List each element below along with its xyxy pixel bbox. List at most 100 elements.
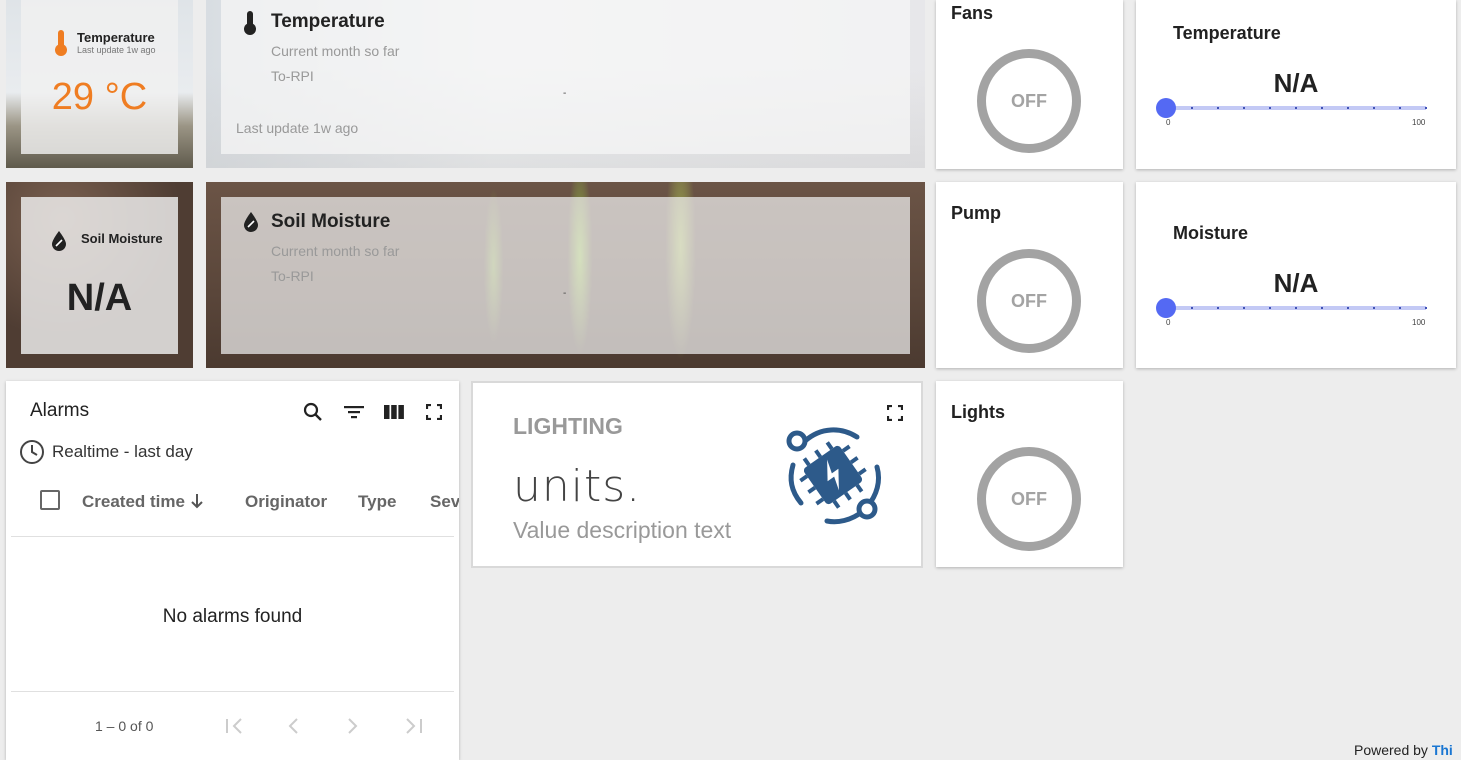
temperature-slider-min: 0 xyxy=(1166,118,1171,127)
pump-toggle[interactable]: OFF xyxy=(977,249,1081,353)
temperature-card: Temperature Last update 1w ago 29 °C xyxy=(6,0,193,168)
select-all-checkbox[interactable] xyxy=(40,490,60,510)
filter-icon xyxy=(344,406,364,419)
pump-switch-card: Pump OFF xyxy=(936,182,1123,368)
columns-icon xyxy=(384,405,404,419)
table-footer-divider xyxy=(11,691,454,692)
slider-tick xyxy=(1243,107,1245,109)
water-drop-icon xyxy=(244,212,258,232)
column-severity[interactable]: Sev xyxy=(430,492,459,512)
pagination-range: 1 – 0 of 0 xyxy=(95,718,154,734)
temperature-chart-update: Last update 1w ago xyxy=(236,120,359,136)
thermometer-icon xyxy=(244,11,256,35)
slider-tick xyxy=(1373,307,1375,309)
moisture-slider-min: 0 xyxy=(1166,318,1171,327)
thermometer-icon xyxy=(55,30,67,56)
powered-by-brand[interactable]: Thi xyxy=(1432,742,1453,758)
slider-tick xyxy=(1191,107,1193,109)
moisture-slider-max: 100 xyxy=(1412,318,1426,327)
temperature-chart-card: Temperature Current month so far To-RPI … xyxy=(206,0,925,168)
temperature-slider-value: N/A xyxy=(1273,68,1319,98)
soil-moisture-value: N/A xyxy=(66,277,133,319)
search-icon xyxy=(303,402,322,421)
moisture-slider-value: N/A xyxy=(1273,268,1319,298)
temperature-card-title: Temperature xyxy=(77,30,155,45)
soil-moisture-card-title: Soil Moisture xyxy=(81,231,163,246)
temperature-slider-ticks xyxy=(1166,107,1427,109)
alarms-card: Alarms Realtime - last day Created time … xyxy=(6,381,459,760)
next-page-icon[interactable] xyxy=(347,718,359,734)
powered-by-label: Powered by xyxy=(1354,742,1428,758)
fans-switch-card: Fans OFF xyxy=(936,0,1123,169)
lighting-title: LIGHTING xyxy=(513,413,623,439)
slider-tick xyxy=(1191,307,1193,309)
alarms-empty-message: No alarms found xyxy=(162,606,303,627)
fans-toggle[interactable]: OFF xyxy=(977,49,1081,153)
lights-toggle[interactable]: OFF xyxy=(977,447,1081,551)
temperature-card-update: Last update 1w ago xyxy=(77,45,156,55)
prev-page-icon[interactable] xyxy=(287,718,299,734)
slider-tick xyxy=(1321,307,1323,309)
temperature-slider-label: Temperature xyxy=(1173,23,1281,43)
columns-button[interactable] xyxy=(382,400,406,424)
temperature-slider-thumb[interactable] xyxy=(1156,98,1176,118)
temperature-slider-max: 100 xyxy=(1412,118,1426,127)
lighting-description: Value description text xyxy=(513,517,732,543)
fans-label: Fans xyxy=(951,3,994,23)
column-type[interactable]: Type xyxy=(358,492,396,512)
search-button[interactable] xyxy=(301,400,325,424)
fullscreen-icon xyxy=(426,404,442,420)
column-created-time[interactable]: Created time xyxy=(82,492,185,512)
temperature-slider-card: Temperature N/A 0 100 xyxy=(1136,0,1456,169)
lights-label: Lights xyxy=(951,402,1005,422)
lighting-units: units. xyxy=(513,461,642,512)
temperature-chart-period: Current month so far xyxy=(271,43,400,59)
temperature-chart-title: Temperature xyxy=(271,11,385,32)
column-originator[interactable]: Originator xyxy=(245,492,327,512)
water-drop-icon xyxy=(52,231,66,251)
slider-tick xyxy=(1295,307,1297,309)
soil-moisture-chart-title: Soil Moisture xyxy=(271,211,391,232)
alarms-title: Alarms xyxy=(30,400,90,421)
chip-icon xyxy=(786,427,882,525)
slider-tick xyxy=(1217,107,1219,109)
first-page-icon[interactable] xyxy=(225,718,243,734)
filter-button[interactable] xyxy=(342,400,366,424)
last-page-icon[interactable] xyxy=(405,718,423,734)
moisture-slider-thumb[interactable] xyxy=(1156,298,1176,318)
slider-tick xyxy=(1399,307,1401,309)
slider-tick xyxy=(1321,107,1323,109)
slider-tick xyxy=(1425,107,1427,109)
clock-icon xyxy=(20,440,44,464)
slider-tick xyxy=(1243,307,1245,309)
alarms-fullscreen-button[interactable] xyxy=(422,400,446,424)
slider-tick xyxy=(1347,307,1349,309)
moisture-slider-card: Moisture N/A 0 100 xyxy=(1136,182,1456,368)
moisture-slider-ticks xyxy=(1166,307,1427,309)
temperature-chart-device: To-RPI xyxy=(271,68,314,84)
soil-moisture-chart-period: Current month so far xyxy=(271,243,400,259)
lighting-card: LIGHTING units. Value description text xyxy=(471,381,923,568)
slider-tick xyxy=(1425,307,1427,309)
arrow-down-icon xyxy=(191,494,203,509)
lights-switch-card: Lights OFF xyxy=(936,381,1123,567)
pump-label: Pump xyxy=(951,203,1002,223)
powered-by: Powered by Thi xyxy=(1354,742,1453,758)
soil-moisture-chart-value: - xyxy=(563,288,567,299)
moisture-slider-label: Moisture xyxy=(1173,223,1249,243)
fullscreen-icon[interactable] xyxy=(887,405,903,421)
alarms-timewindow[interactable]: Realtime - last day xyxy=(52,442,193,462)
slider-tick xyxy=(1269,107,1271,109)
soil-moisture-card: Soil Moisture N/A xyxy=(6,182,193,368)
slider-tick xyxy=(1373,107,1375,109)
slider-tick xyxy=(1217,307,1219,309)
temperature-value: 29 °C xyxy=(51,76,148,118)
slider-tick xyxy=(1295,107,1297,109)
soil-moisture-chart-device: To-RPI xyxy=(271,268,314,284)
temperature-chart-value: - xyxy=(563,88,567,99)
slider-tick xyxy=(1269,307,1271,309)
soil-moisture-chart-card: Soil Moisture Current month so far To-RP… xyxy=(206,182,925,368)
slider-tick xyxy=(1399,107,1401,109)
slider-tick xyxy=(1347,107,1349,109)
table-header-divider xyxy=(11,536,454,537)
